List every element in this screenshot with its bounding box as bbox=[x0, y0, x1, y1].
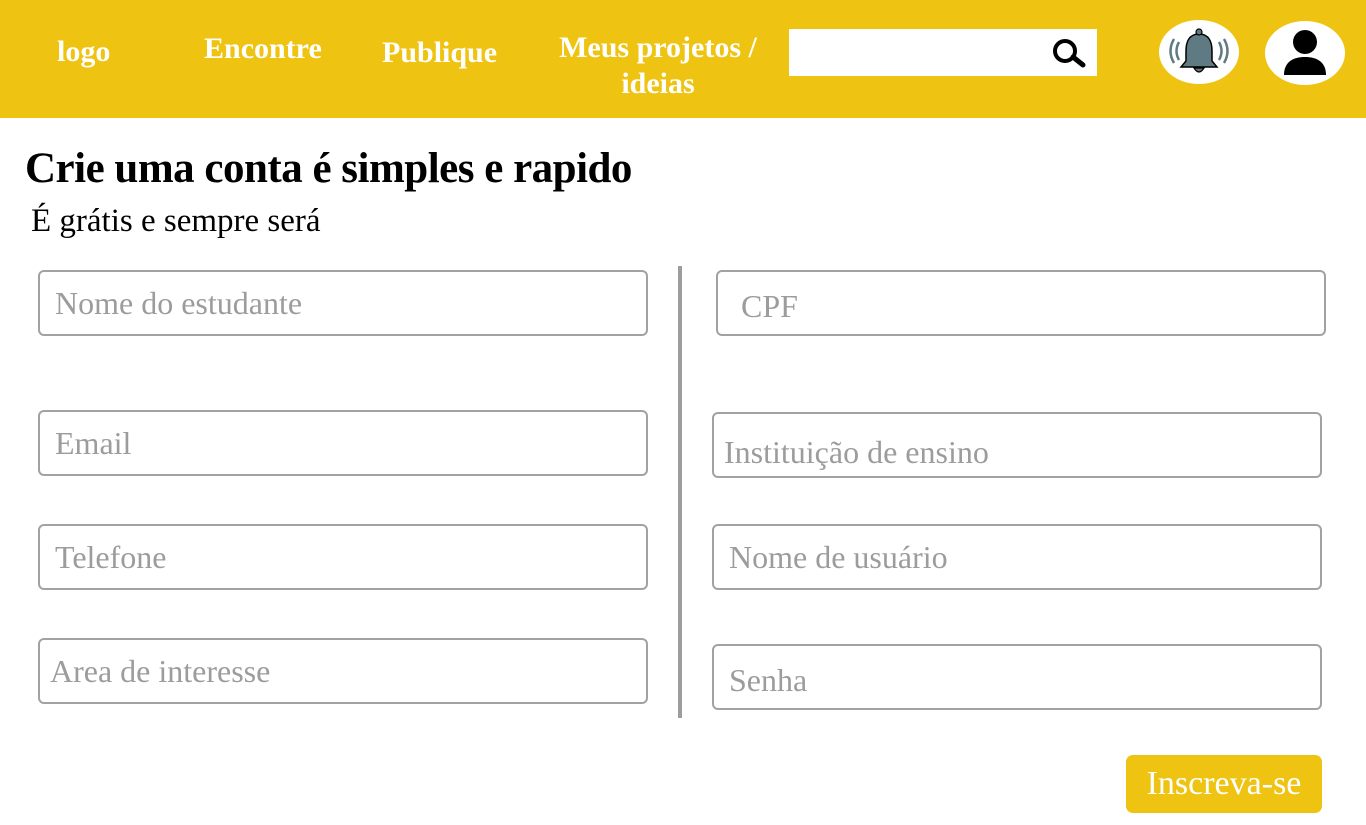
nav-link-encontre[interactable]: Encontre bbox=[204, 31, 322, 67]
institution-input[interactable] bbox=[714, 414, 1320, 476]
username-field bbox=[712, 524, 1322, 590]
institution-field bbox=[712, 412, 1322, 478]
page-title: Crie uma conta é simples e rapido bbox=[25, 145, 632, 192]
password-field bbox=[712, 644, 1322, 710]
search-box bbox=[789, 29, 1097, 76]
phone-input[interactable] bbox=[40, 526, 646, 588]
signup-button[interactable]: Inscreva-se bbox=[1126, 755, 1322, 813]
nav-link-meus-projetos[interactable]: Meus projetos / ideias bbox=[548, 30, 768, 102]
interest-area-field bbox=[38, 638, 648, 704]
bell-icon bbox=[1169, 28, 1229, 73]
profile-button[interactable] bbox=[1265, 21, 1345, 85]
search-icon[interactable] bbox=[1047, 35, 1089, 71]
student-name-input[interactable] bbox=[40, 272, 646, 334]
column-divider bbox=[678, 266, 682, 718]
notifications-button[interactable] bbox=[1159, 20, 1239, 84]
student-name-field bbox=[38, 270, 648, 336]
username-input[interactable] bbox=[714, 526, 1320, 588]
search-input[interactable] bbox=[789, 29, 1039, 76]
interest-area-input[interactable] bbox=[40, 640, 646, 702]
page-subtitle: É grátis e sempre será bbox=[31, 203, 321, 239]
cpf-field bbox=[716, 270, 1326, 336]
user-icon bbox=[1284, 30, 1326, 75]
top-nav-bar: logo Encontre Publique Meus projetos / i… bbox=[0, 0, 1366, 118]
email-input[interactable] bbox=[40, 412, 646, 474]
cpf-input[interactable] bbox=[718, 272, 1324, 334]
logo[interactable]: logo bbox=[57, 34, 110, 70]
phone-field bbox=[38, 524, 648, 590]
password-input[interactable] bbox=[714, 646, 1320, 708]
email-field bbox=[38, 410, 648, 476]
nav-link-publique[interactable]: Publique bbox=[382, 35, 497, 71]
